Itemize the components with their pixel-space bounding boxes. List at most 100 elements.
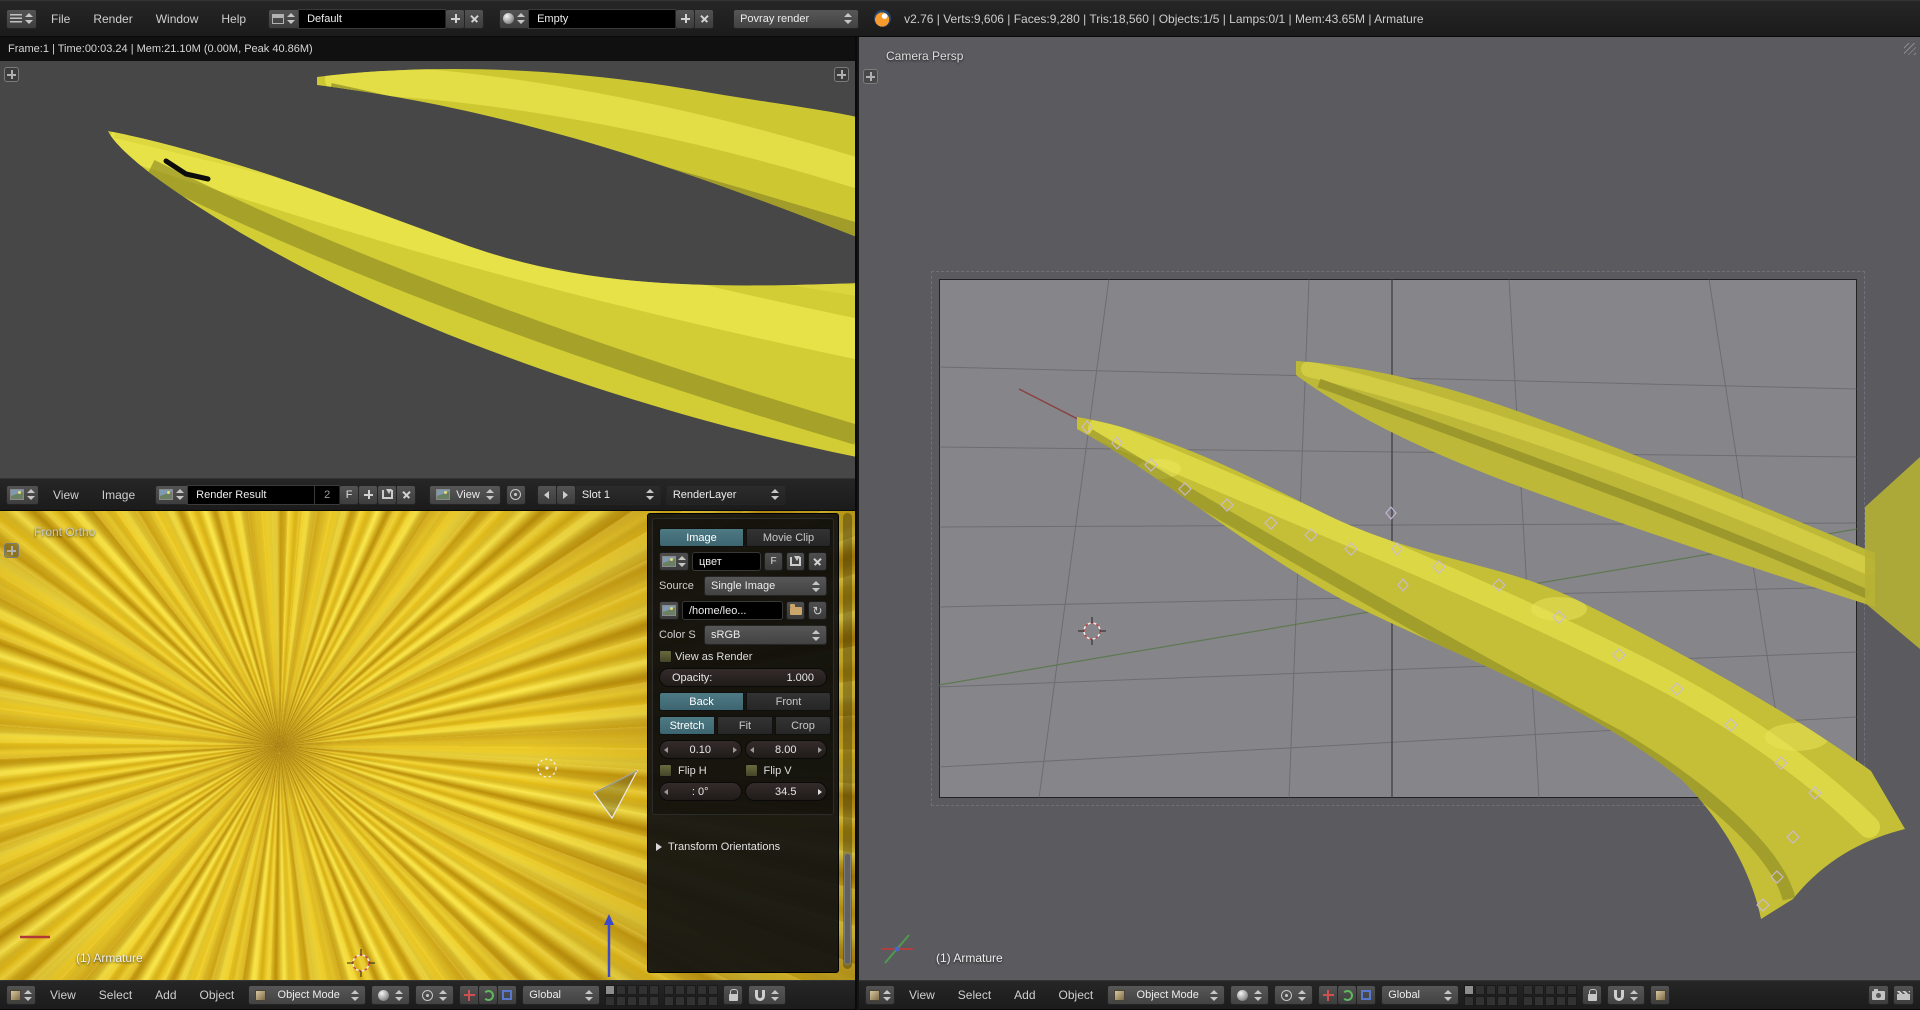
- editor-type-button[interactable]: [865, 985, 895, 1005]
- layout-browse-button[interactable]: [268, 9, 299, 29]
- image-pack-button[interactable]: [377, 485, 397, 505]
- source-dropdown[interactable]: Single Image: [704, 576, 827, 596]
- increment-icon[interactable]: [733, 747, 737, 753]
- layout-add-button[interactable]: [445, 9, 465, 29]
- pivot-dropdown[interactable]: [415, 985, 454, 1005]
- editor-type-button[interactable]: [6, 9, 37, 29]
- increment-icon[interactable]: [818, 789, 822, 795]
- render-layer-dropdown[interactable]: RenderLayer: [666, 485, 786, 505]
- menu-select[interactable]: Select: [949, 985, 1000, 1005]
- translate-manipulator-button[interactable]: [1318, 985, 1338, 1005]
- layout-name-field[interactable]: Default: [298, 9, 446, 29]
- scene-name-field[interactable]: Empty: [528, 9, 676, 29]
- opengl-render-image-button[interactable]: [1868, 985, 1889, 1005]
- layers-widget-right[interactable]: [664, 985, 718, 1006]
- image-unlink-button[interactable]: [808, 552, 827, 571]
- pivot-dropdown[interactable]: [1274, 985, 1313, 1005]
- frame-stretch-button[interactable]: Stretch: [659, 716, 715, 735]
- snap-dropdown[interactable]: [1607, 985, 1645, 1005]
- orientation-dropdown[interactable]: Global: [522, 985, 600, 1005]
- snap-element-button[interactable]: [1650, 985, 1670, 1005]
- rotation-field[interactable]: : 0°: [659, 782, 742, 801]
- offset-y-field[interactable]: 8.00: [745, 740, 828, 759]
- menu-add[interactable]: Add: [146, 985, 185, 1005]
- rotate-manipulator-button[interactable]: [478, 985, 498, 1005]
- scrollbar-thumb[interactable]: [844, 853, 851, 965]
- panel-scrollbar[interactable]: [843, 513, 852, 969]
- image-browse-button[interactable]: [659, 552, 689, 571]
- expand-region-button[interactable]: [834, 67, 849, 82]
- translate-manipulator-button[interactable]: [459, 985, 479, 1005]
- expand-toolbar-button[interactable]: [863, 69, 878, 84]
- image-browse-button[interactable]: [155, 485, 188, 505]
- layers-widget-left[interactable]: [605, 985, 659, 1006]
- scale-manipulator-button[interactable]: [497, 985, 517, 1005]
- offset-x-field[interactable]: 0.10: [659, 740, 742, 759]
- render-slot-dropdown[interactable]: Slot 1: [575, 485, 661, 505]
- scale-manipulator-button[interactable]: [1356, 985, 1376, 1005]
- menu-window[interactable]: Window: [147, 9, 208, 29]
- rotate-manipulator-button[interactable]: [1337, 985, 1357, 1005]
- decrement-icon[interactable]: [664, 747, 668, 753]
- menu-object[interactable]: Object: [1050, 985, 1103, 1005]
- lock-to-scene-button[interactable]: [1582, 985, 1602, 1005]
- menu-add[interactable]: Add: [1005, 985, 1044, 1005]
- next-slot-button[interactable]: [556, 485, 576, 505]
- decrement-icon[interactable]: [750, 747, 754, 753]
- expand-toolbar-button[interactable]: [4, 543, 19, 558]
- image-name-field[interactable]: Render Result: [187, 485, 315, 505]
- colorspace-dropdown[interactable]: sRGB: [704, 625, 827, 645]
- tab-image[interactable]: Image: [659, 528, 744, 547]
- transform-orientations-panel[interactable]: Transform Orientations: [656, 841, 830, 853]
- image-pack-button[interactable]: [786, 552, 805, 571]
- opengl-render-animation-button[interactable]: [1893, 985, 1914, 1005]
- reload-image-button[interactable]: ↻: [808, 601, 827, 620]
- opacity-slider[interactable]: Opacity: 1.000: [659, 668, 827, 687]
- editor-type-button[interactable]: [6, 985, 36, 1005]
- front-viewport[interactable]: Front Ortho (1) Armature Image Movie Cli…: [0, 511, 855, 980]
- flip-v-checkbox[interactable]: [745, 764, 758, 777]
- previous-slot-button[interactable]: [537, 485, 557, 505]
- menu-view[interactable]: View: [900, 985, 944, 1005]
- tab-movie-clip[interactable]: Movie Clip: [746, 528, 831, 547]
- menu-render[interactable]: Render: [84, 9, 141, 29]
- snap-dropdown[interactable]: [748, 985, 786, 1005]
- orientation-dropdown[interactable]: Global: [1381, 985, 1459, 1005]
- menu-select[interactable]: Select: [90, 985, 141, 1005]
- frame-fit-button[interactable]: Fit: [717, 716, 773, 735]
- open-file-button[interactable]: [786, 601, 805, 620]
- lock-to-scene-button[interactable]: [723, 985, 743, 1005]
- shading-dropdown[interactable]: [1230, 985, 1269, 1005]
- menu-file[interactable]: File: [42, 9, 79, 29]
- menu-object[interactable]: Object: [191, 985, 244, 1005]
- image-new-button[interactable]: [358, 485, 378, 505]
- decrement-icon[interactable]: [664, 789, 668, 795]
- layout-delete-button[interactable]: [464, 9, 484, 29]
- pin-toggle-button[interactable]: [506, 485, 526, 505]
- fake-user-button[interactable]: F: [764, 552, 783, 571]
- frame-crop-button[interactable]: Crop: [775, 716, 831, 735]
- fake-user-button[interactable]: F: [339, 485, 359, 505]
- expand-region-button[interactable]: [4, 67, 19, 82]
- layers-widget-right[interactable]: [1523, 985, 1577, 1006]
- menu-view[interactable]: View: [41, 985, 85, 1005]
- menu-help[interactable]: Help: [212, 9, 255, 29]
- depth-front-button[interactable]: Front: [746, 692, 831, 711]
- display-channels-dropdown[interactable]: View: [429, 485, 501, 505]
- file-path-field[interactable]: /home/leo...: [682, 601, 783, 620]
- scene-browse-button[interactable]: [499, 9, 529, 29]
- mode-dropdown[interactable]: Object Mode: [248, 985, 366, 1005]
- mode-dropdown[interactable]: Object Mode: [1107, 985, 1225, 1005]
- shading-dropdown[interactable]: [371, 985, 410, 1005]
- camera-viewport[interactable]: Camera Persp (1) Armature: [859, 37, 1920, 980]
- render-result-area[interactable]: Frame:1 | Time:00:03.24 | Mem:21.10M (0.…: [0, 37, 855, 478]
- flip-h-checkbox[interactable]: [659, 764, 672, 777]
- render-engine-dropdown[interactable]: Povray render: [733, 9, 859, 29]
- scene-add-button[interactable]: [675, 9, 695, 29]
- view-as-render-checkbox[interactable]: [659, 650, 672, 663]
- depth-back-button[interactable]: Back: [659, 692, 744, 711]
- image-unlink-button[interactable]: [396, 485, 416, 505]
- scene-delete-button[interactable]: [694, 9, 714, 29]
- area-corner-grip[interactable]: [1904, 43, 1916, 55]
- menu-image[interactable]: Image: [93, 485, 144, 505]
